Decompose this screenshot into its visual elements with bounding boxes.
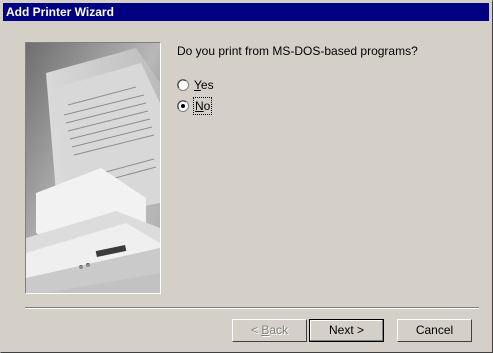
wizard-window: Add Printer Wizard Do you print from MS-… [0, 0, 493, 353]
window-title: Add Printer Wizard [6, 5, 114, 19]
separator [25, 307, 479, 309]
radio-unselected-icon [177, 79, 189, 91]
title-bar[interactable]: Add Printer Wizard [3, 3, 489, 21]
question-text: Do you print from MS-DOS-based programs? [177, 44, 418, 58]
cancel-button-label: Cancel [415, 323, 454, 337]
printer-illustration [25, 42, 161, 294]
radio-yes-label: Yes [194, 77, 214, 93]
radio-yes-mnemonic: Y [194, 78, 201, 92]
radio-no-mnemonic: N [195, 99, 204, 113]
next-button-label: Next > [328, 323, 364, 337]
back-button[interactable]: < Back [232, 319, 307, 342]
radio-selected-icon [177, 100, 189, 112]
radio-no-rest: o [203, 99, 211, 113]
radio-yes-rest: es [200, 78, 214, 92]
cancel-button[interactable]: Cancel [397, 319, 472, 342]
radio-no-label: No [192, 97, 213, 115]
back-button-rest: ack [269, 323, 289, 337]
back-button-prefix: < [250, 323, 262, 337]
printer-illustration-icon [26, 43, 160, 293]
next-button[interactable]: Next > [309, 319, 384, 342]
